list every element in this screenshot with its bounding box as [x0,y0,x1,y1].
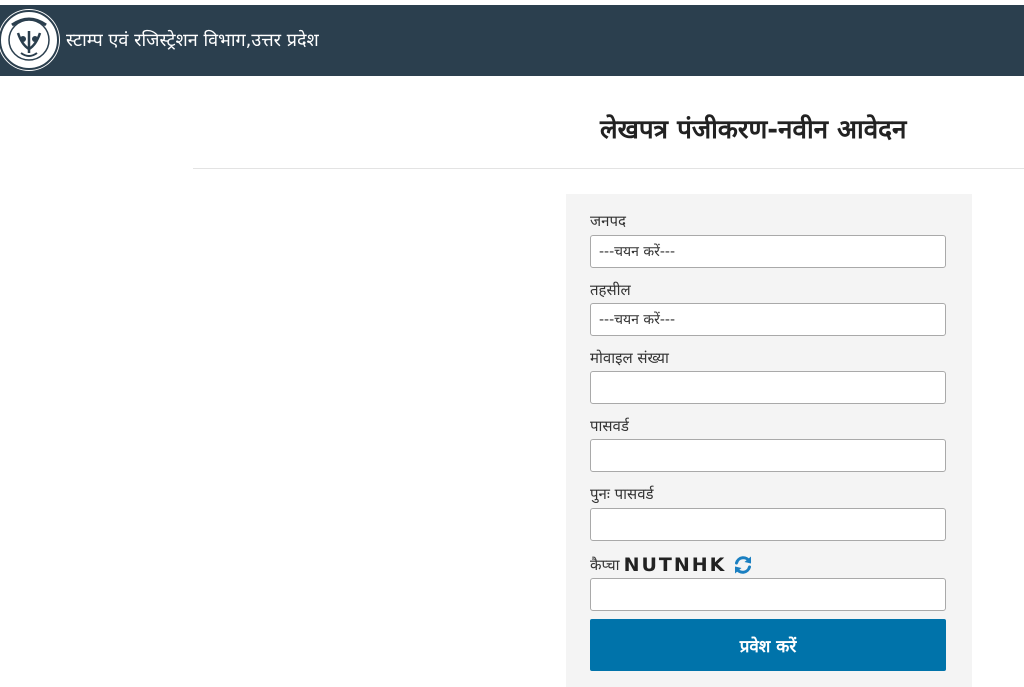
title-divider [193,168,1024,169]
confirm-password-label: पुनः पासवर्ड [590,485,654,503]
tehsil-select[interactable]: ---चयन करें--- [590,303,946,336]
mobile-label: मोवाइल संख्या [590,349,669,367]
tehsil-label: तहसील [590,281,631,299]
password-input[interactable] [590,439,946,472]
captcha-label: कैप्चा [590,556,620,574]
submit-button[interactable]: प्रवेश करें [590,619,946,671]
captcha-input[interactable] [590,578,946,611]
district-label: जनपद [590,212,626,230]
refresh-icon[interactable] [732,554,754,576]
tehsil-selected-value: ---चयन करें--- [599,312,676,328]
mobile-input[interactable] [590,371,946,404]
captcha-code: NUTNHK [623,554,727,576]
site-header: स्टाम्प एवं रजिस्ट्रेशन विभाग,उत्तर प्रद… [0,5,1024,76]
captcha-row: कैप्चा NUTNHK [590,552,754,578]
district-selected-value: ---चयन करें--- [599,244,676,260]
password-label: पासवर्ड [590,417,629,435]
district-select[interactable]: ---चयन करें--- [590,235,946,268]
page-title: लेखपत्र पंजीकरण-नवीन आवेदन [600,115,907,145]
confirm-password-input[interactable] [590,508,946,541]
site-title: स्टाम्प एवं रजिस्ट्रेशन विभाग,उत्तर प्रद… [66,30,319,51]
uttar-pradesh-emblem-icon[interactable] [0,9,60,71]
